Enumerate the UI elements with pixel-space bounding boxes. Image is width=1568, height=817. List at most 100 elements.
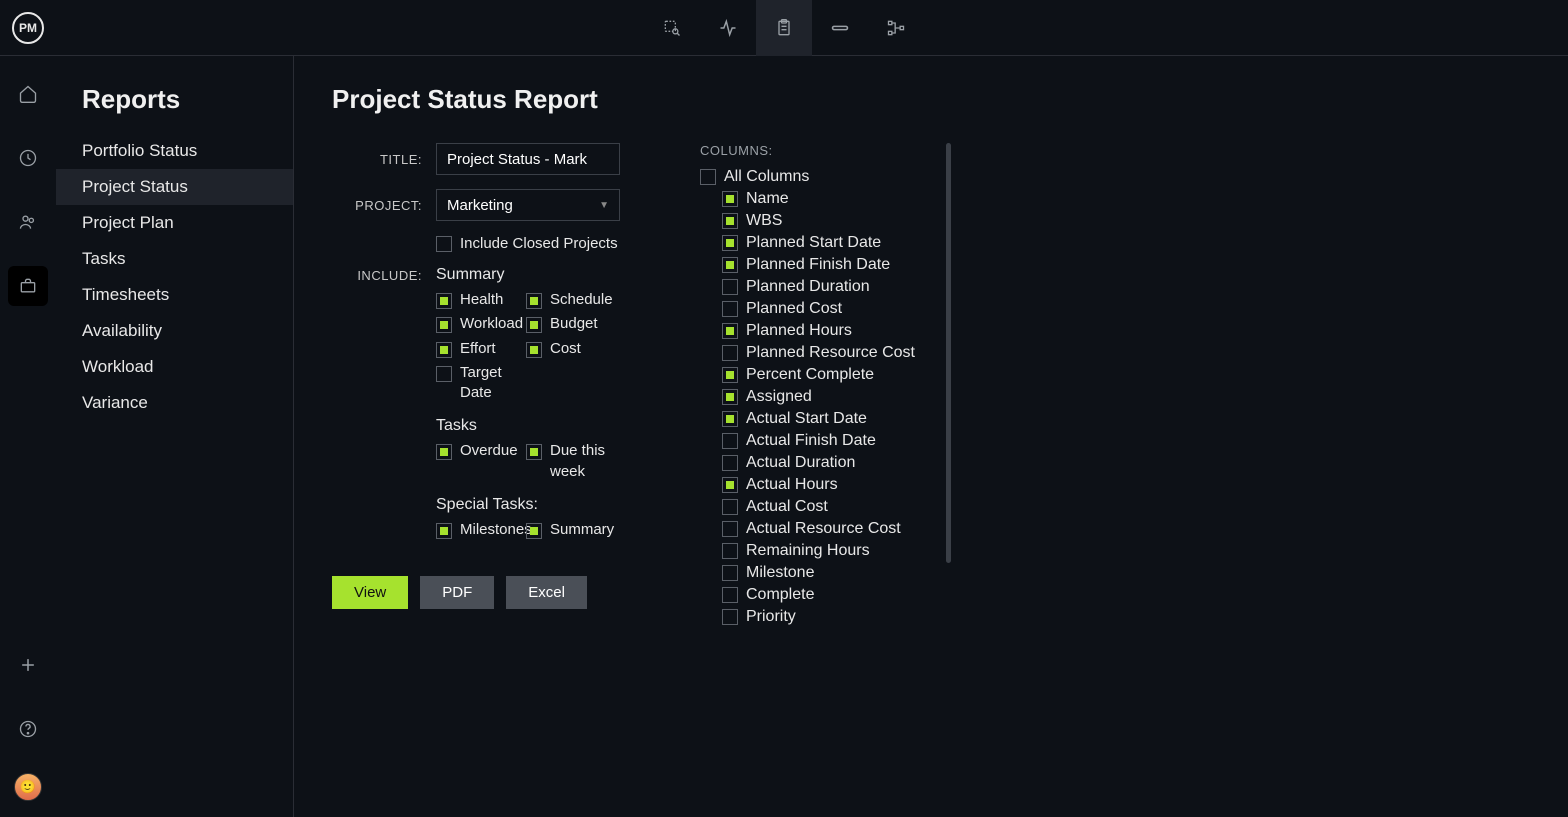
include-special-option: Summary <box>526 520 616 540</box>
column-checkbox[interactable] <box>722 279 738 295</box>
column-checkbox[interactable] <box>722 433 738 449</box>
include-closed-label: Include Closed Projects <box>460 235 618 252</box>
include-special-label: Milestones <box>460 520 532 540</box>
column-label: Actual Hours <box>746 476 838 494</box>
include-summary-option: Schedule <box>526 290 616 310</box>
column-row: Planned Start Date <box>700 234 915 252</box>
flow-icon[interactable] <box>868 0 924 56</box>
column-label: Planned Finish Date <box>746 256 890 274</box>
column-checkbox[interactable] <box>722 565 738 581</box>
include-summary-option: Health <box>436 290 526 310</box>
include-tasks-heading: Tasks <box>436 417 616 435</box>
column-row: WBS <box>700 212 915 230</box>
column-label: Planned Resource Cost <box>746 344 915 362</box>
include-summary-checkbox[interactable] <box>436 366 452 382</box>
title-input[interactable] <box>436 143 620 175</box>
chevron-down-icon: ▼ <box>599 200 609 211</box>
add-icon[interactable] <box>8 645 48 685</box>
main-content: Project Status Report TITLE: PROJECT: Ma… <box>294 56 1568 817</box>
sidebar-item-project-status[interactable]: Project Status <box>56 169 293 205</box>
sidebar-item-tasks[interactable]: Tasks <box>56 241 293 277</box>
sidebar-item-workload[interactable]: Workload <box>56 349 293 385</box>
home-icon[interactable] <box>8 74 48 114</box>
column-row: Actual Start Date <box>700 410 915 428</box>
column-checkbox[interactable] <box>722 301 738 317</box>
column-checkbox[interactable] <box>722 345 738 361</box>
include-summary-option: Effort <box>436 339 526 359</box>
column-row: Actual Hours <box>700 476 915 494</box>
column-row: Remaining Hours <box>700 542 915 560</box>
include-special-checkbox[interactable] <box>436 523 452 539</box>
help-icon[interactable] <box>8 709 48 749</box>
column-label: WBS <box>746 212 782 230</box>
column-checkbox[interactable] <box>722 235 738 251</box>
column-checkbox[interactable] <box>722 257 738 273</box>
scrollbar[interactable] <box>946 143 951 563</box>
include-tasks-label: Overdue <box>460 441 518 461</box>
include-tasks-checkbox[interactable] <box>436 444 452 460</box>
label-title: TITLE: <box>332 152 422 167</box>
column-checkbox[interactable] <box>722 367 738 383</box>
column-checkbox[interactable] <box>722 323 738 339</box>
column-all-row: All Columns <box>700 168 915 186</box>
sidebar-item-variance[interactable]: Variance <box>56 385 293 421</box>
column-checkbox[interactable] <box>722 609 738 625</box>
include-summary-label: Target Date <box>460 363 526 404</box>
column-checkbox[interactable] <box>722 499 738 515</box>
column-checkbox[interactable] <box>722 477 738 493</box>
app-logo[interactable]: PM <box>12 12 44 44</box>
link-icon[interactable] <box>812 0 868 56</box>
include-tasks-checkbox[interactable] <box>526 444 542 460</box>
column-checkbox[interactable] <box>722 389 738 405</box>
column-checkbox[interactable] <box>722 543 738 559</box>
include-summary-checkbox[interactable] <box>436 293 452 309</box>
label-include: INCLUDE: <box>332 266 422 283</box>
column-checkbox[interactable] <box>722 411 738 427</box>
column-label: Priority <box>746 608 796 626</box>
sidebar-item-timesheets[interactable]: Timesheets <box>56 277 293 313</box>
sidebar-item-portfolio-status[interactable]: Portfolio Status <box>56 133 293 169</box>
include-special-checkbox[interactable] <box>526 523 542 539</box>
column-all-checkbox[interactable] <box>700 169 716 185</box>
activity-icon[interactable] <box>700 0 756 56</box>
sidebar-item-project-plan[interactable]: Project Plan <box>56 205 293 241</box>
column-checkbox[interactable] <box>722 213 738 229</box>
include-summary-checkbox[interactable] <box>436 342 452 358</box>
column-label: Name <box>746 190 789 208</box>
column-checkbox[interactable] <box>722 587 738 603</box>
clipboard-icon[interactable] <box>756 0 812 56</box>
include-summary-checkbox[interactable] <box>436 317 452 333</box>
column-row: Planned Hours <box>700 322 915 340</box>
topbar: PM <box>0 0 1568 56</box>
include-summary-checkbox[interactable] <box>526 293 542 309</box>
sidepanel-title: Reports <box>56 84 293 133</box>
project-select[interactable]: Marketing ▼ <box>436 189 620 221</box>
avatar[interactable]: 🙂 <box>14 773 42 801</box>
label-columns: COLUMNS: <box>700 143 945 158</box>
view-button[interactable]: View <box>332 576 408 609</box>
column-checkbox[interactable] <box>722 455 738 471</box>
column-row: Planned Duration <box>700 278 915 296</box>
pdf-button[interactable]: PDF <box>420 576 494 609</box>
include-tasks-option: Due this week <box>526 441 616 482</box>
nav-rail: 🙂 <box>0 56 56 817</box>
people-icon[interactable] <box>8 202 48 242</box>
column-row: Assigned <box>700 388 915 406</box>
column-row: Milestone <box>700 564 915 582</box>
column-row: Planned Cost <box>700 300 915 318</box>
search-view-icon[interactable] <box>644 0 700 56</box>
include-summary-checkbox[interactable] <box>526 342 542 358</box>
briefcase-icon[interactable] <box>8 266 48 306</box>
include-closed-checkbox[interactable] <box>436 236 452 252</box>
column-checkbox[interactable] <box>722 521 738 537</box>
column-label: Remaining Hours <box>746 542 870 560</box>
column-checkbox[interactable] <box>722 191 738 207</box>
include-summary-checkbox[interactable] <box>526 317 542 333</box>
include-summary-option: Workload <box>436 314 526 334</box>
column-label: Complete <box>746 586 814 604</box>
include-summary-heading: Summary <box>436 266 616 284</box>
sidebar-item-availability[interactable]: Availability <box>56 313 293 349</box>
excel-button[interactable]: Excel <box>506 576 587 609</box>
clock-icon[interactable] <box>8 138 48 178</box>
include-summary-option: Target Date <box>436 363 526 404</box>
